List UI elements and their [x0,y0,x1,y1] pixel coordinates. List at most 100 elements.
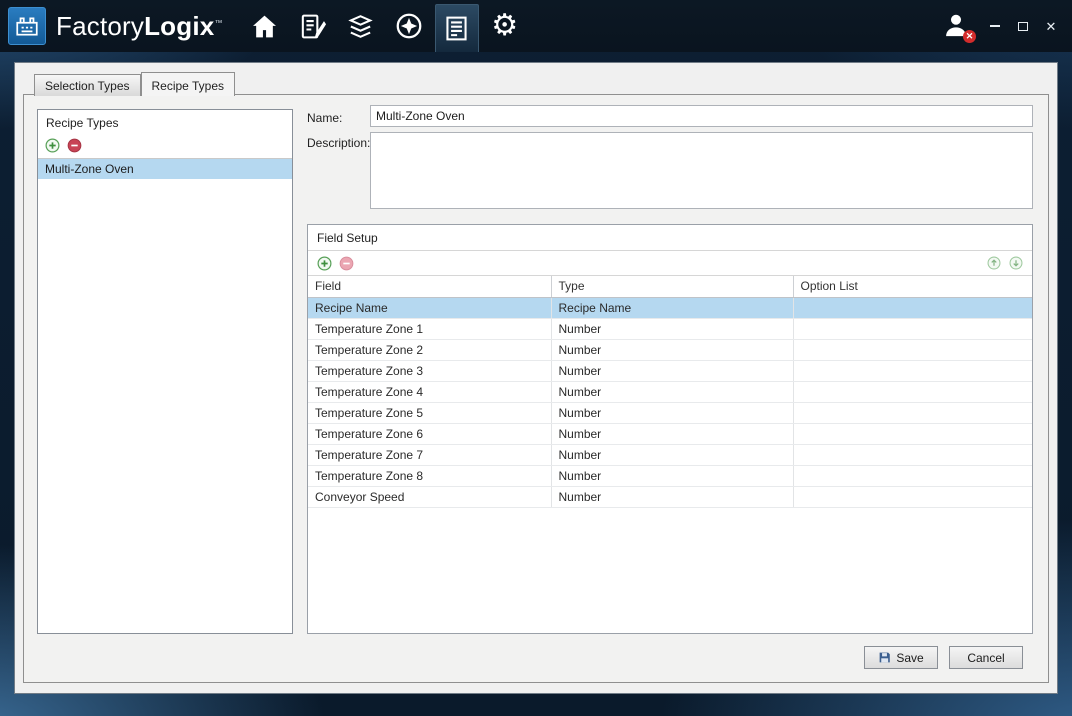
field-table-row[interactable]: Temperature Zone 4 Number [308,381,1032,402]
recipe-types-panel: Recipe Types Multi-Zone Oven [37,109,293,634]
titlebar: FactoryLogix™ [0,0,1072,52]
field-table-row[interactable]: Temperature Zone 7 Number [308,444,1032,465]
nav-settings[interactable]: ⚙ [483,3,527,49]
minus-icon [67,138,82,153]
app-logo [8,7,46,45]
cell-type: Number [551,465,793,486]
cell-option-list [793,465,1032,486]
cancel-button-label: Cancel [967,651,1004,665]
recipe-type-list: Multi-Zone Oven [38,159,292,179]
field-table-row[interactable]: Conveyor Speed Number [308,486,1032,507]
field-setup-title: Field Setup [308,225,1032,251]
app-title: FactoryLogix™ [56,11,223,42]
nav-materials[interactable] [339,3,383,49]
name-input[interactable] [370,105,1033,127]
cell-type: Number [551,423,793,444]
field-table-row[interactable]: Recipe Name Recipe Name [308,297,1032,318]
cell-option-list [793,297,1032,318]
arrow-up-circle-icon [987,256,1001,270]
description-label: Description: [307,136,370,150]
window-controls: ✕ [988,19,1058,33]
cell-type: Number [551,339,793,360]
save-button-label: Save [896,651,923,665]
tab-selection-types[interactable]: Selection Types [34,74,141,96]
cell-type: Number [551,360,793,381]
minimize-button[interactable] [988,19,1002,33]
description-input[interactable] [370,132,1033,209]
recipe-types-tab-panel: Recipe Types Multi-Zone Oven Name: [23,94,1049,683]
field-table-header-row: Field Type Option List [308,276,1032,297]
name-label: Name: [307,111,342,125]
cell-field: Conveyor Speed [308,486,551,507]
compass-icon [394,11,424,41]
cell-field: Temperature Zone 6 [308,423,551,444]
save-icon [878,651,891,664]
move-field-up-button[interactable] [986,255,1002,271]
gear-icon: ⚙ [491,11,518,41]
minus-icon [339,256,354,271]
trademark: ™ [214,18,222,27]
cell-field: Temperature Zone 2 [308,339,551,360]
nav-work-instructions[interactable] [291,3,335,49]
field-table-row[interactable]: Temperature Zone 8 Number [308,465,1032,486]
remove-field-button[interactable] [338,255,354,271]
panel-title: Recipe Types [38,110,292,134]
field-table-row[interactable]: Temperature Zone 1 Number [308,318,1032,339]
column-header-type[interactable]: Type [551,276,793,297]
cell-option-list [793,360,1032,381]
cell-field: Recipe Name [308,297,551,318]
add-recipe-type-button[interactable] [44,137,60,153]
cell-type: Number [551,444,793,465]
nav-reports[interactable] [435,4,479,52]
user-account-button[interactable]: ✕ [942,11,972,41]
cell-type: Recipe Name [551,297,793,318]
cell-option-list [793,486,1032,507]
field-table-row[interactable]: Temperature Zone 3 Number [308,360,1032,381]
home-icon [250,12,279,41]
field-setup-toolbar [308,251,1032,276]
cell-option-list [793,423,1032,444]
cell-option-list [793,402,1032,423]
nav-home[interactable] [243,3,287,49]
maximize-button[interactable] [1016,19,1030,33]
field-table: Field Type Option List Recipe Name Recip… [308,276,1032,508]
cell-field: Temperature Zone 1 [308,318,551,339]
field-table-row[interactable]: Temperature Zone 6 Number [308,423,1032,444]
column-header-option-list[interactable]: Option List [793,276,1032,297]
factory-logo-icon [14,13,40,39]
column-header-field[interactable]: Field [308,276,551,297]
recipe-type-list-item[interactable]: Multi-Zone Oven [38,159,292,179]
recipe-types-toolbar [38,134,292,159]
move-field-down-button[interactable] [1008,255,1024,271]
cell-type: Number [551,381,793,402]
field-table-row[interactable]: Temperature Zone 2 Number [308,339,1032,360]
close-button[interactable]: ✕ [1044,19,1058,33]
titlebar-right: ✕ ✕ [942,11,1058,41]
cell-option-list [793,318,1032,339]
tab-bar: Selection Types Recipe Types [34,72,235,96]
maximize-icon [1018,22,1028,31]
tab-recipe-types[interactable]: Recipe Types [141,72,236,96]
cell-option-list [793,381,1032,402]
field-setup-group: Field Setup [307,224,1033,634]
cell-field: Temperature Zone 7 [308,444,551,465]
cell-field: Temperature Zone 3 [308,360,551,381]
stack-icon [346,12,375,41]
field-table-body: Recipe Name Recipe Name Temperature Zone… [308,297,1032,507]
plus-icon [317,256,332,271]
minimize-icon [990,25,1000,27]
app-title-bold: Logix [144,11,214,41]
save-button[interactable]: Save [864,646,938,669]
field-table-row[interactable]: Temperature Zone 5 Number [308,402,1032,423]
clipboard-edit-icon [298,12,327,41]
cancel-button[interactable]: Cancel [949,646,1023,669]
nav-navigator[interactable] [387,3,431,49]
remove-recipe-type-button[interactable] [66,137,82,153]
add-field-button[interactable] [316,255,332,271]
cell-type: Number [551,402,793,423]
cell-field: Temperature Zone 8 [308,465,551,486]
content-area: Selection Types Recipe Types Recipe Type… [14,62,1058,694]
cell-type: Number [551,486,793,507]
app-title-regular: Factory [56,11,144,41]
arrow-down-circle-icon [1009,256,1023,270]
